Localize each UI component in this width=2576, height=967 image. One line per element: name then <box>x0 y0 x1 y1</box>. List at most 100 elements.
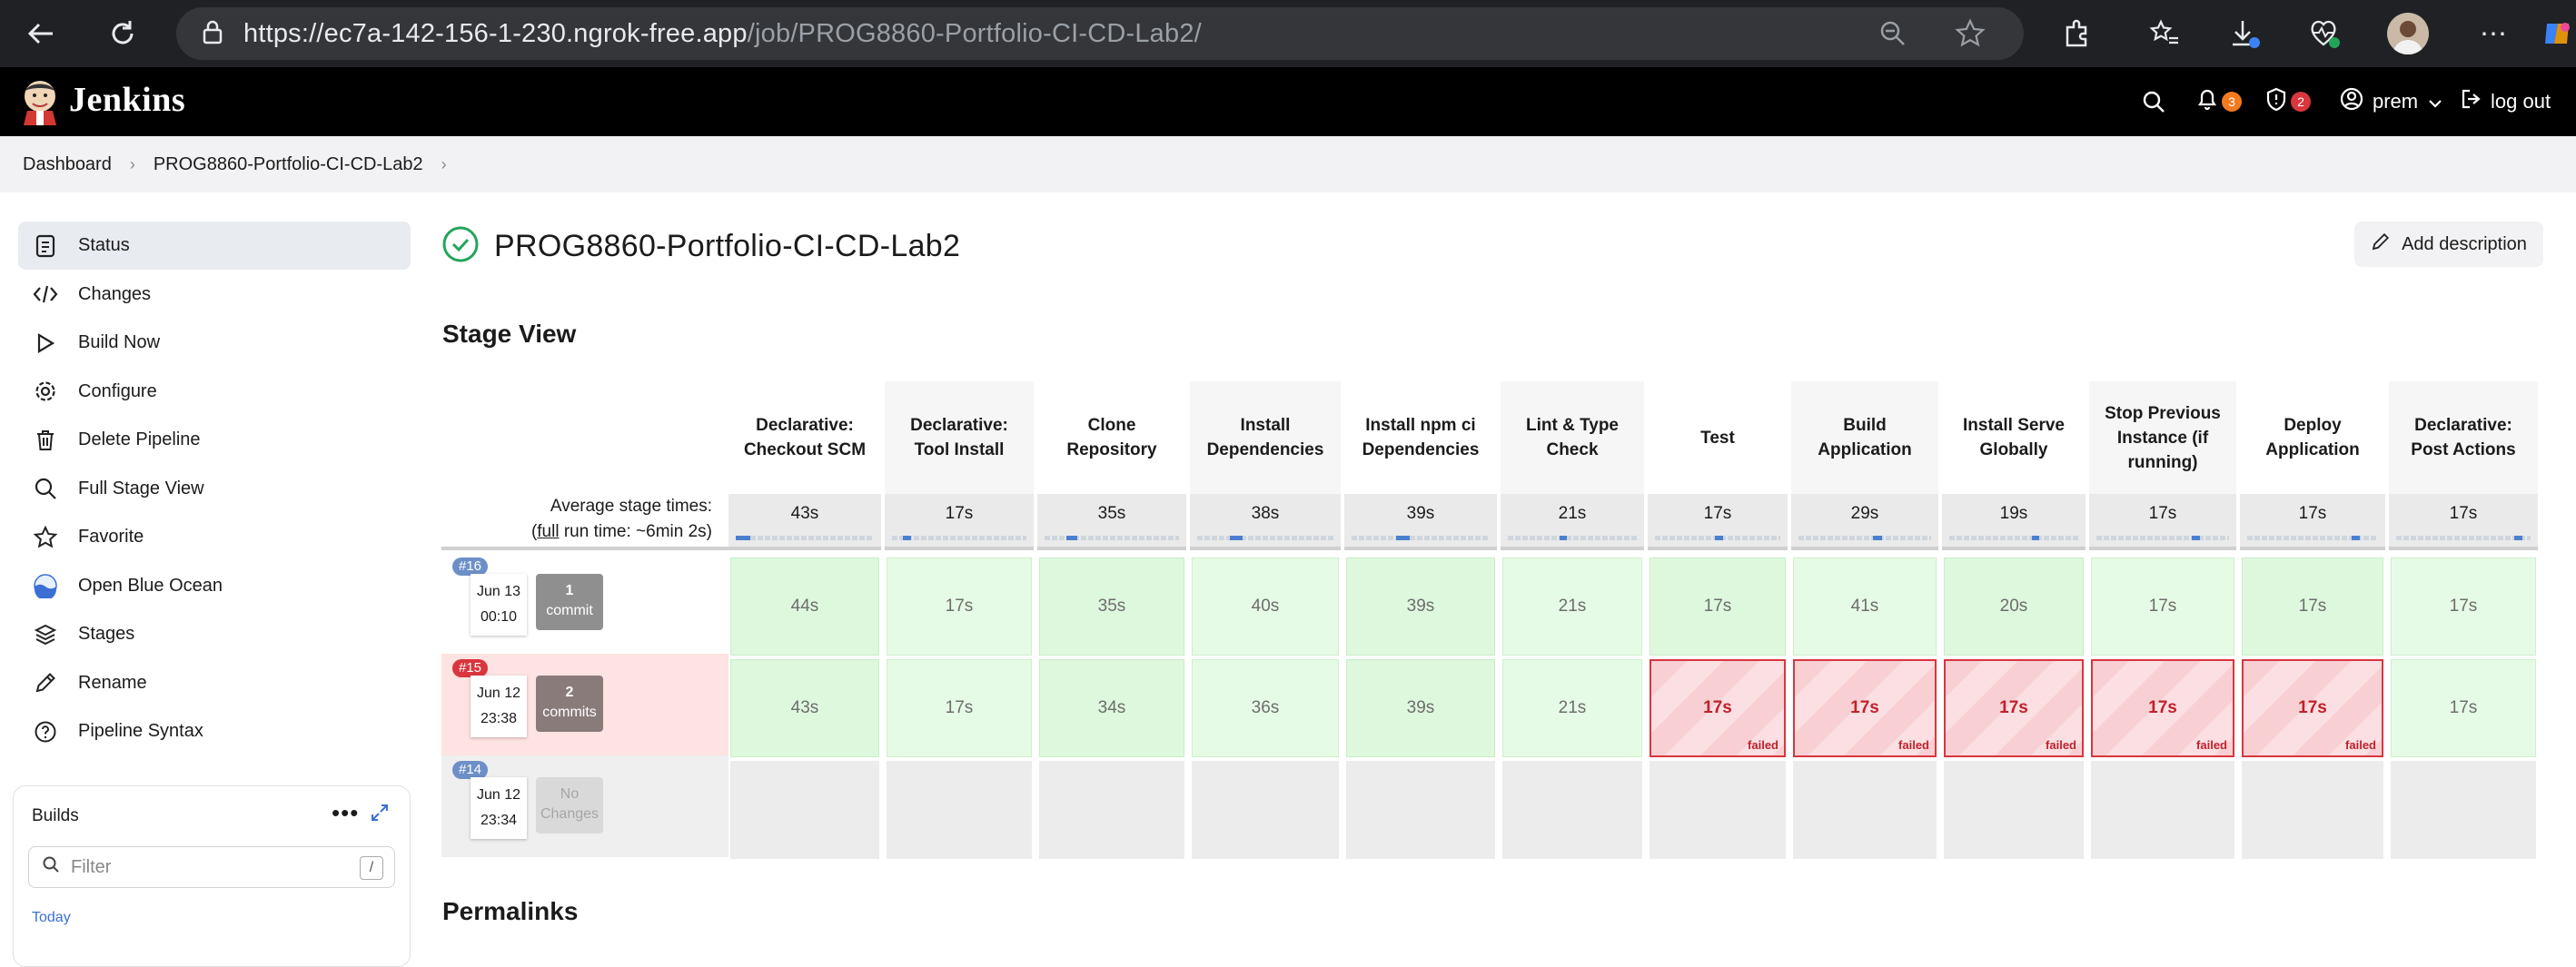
zoom-out-icon[interactable] <box>1878 19 1907 53</box>
stage-average-bar <box>2396 536 2531 540</box>
stage-header[interactable]: Deploy Application <box>2240 381 2385 494</box>
stage-cell[interactable]: 44s <box>730 558 879 656</box>
build-number-badge[interactable]: #15 <box>452 659 489 677</box>
stage-cell[interactable]: 17s <box>887 558 1032 656</box>
stage-cell[interactable]: 36s <box>1192 659 1339 757</box>
expand-icon[interactable] <box>370 803 390 828</box>
build-number-badge[interactable]: #16 <box>452 558 489 576</box>
stage-cell[interactable]: 41s <box>1793 558 1937 656</box>
more-menu-icon[interactable]: ⋯ <box>2472 13 2514 54</box>
stage-cell[interactable]: 17s failed <box>2091 659 2234 757</box>
stage-cell[interactable]: 35s <box>1039 558 1184 656</box>
search-icon[interactable] <box>2142 87 2165 116</box>
gear-icon <box>33 379 58 404</box>
stage-average: 17s <box>2389 494 2538 547</box>
stage-cell[interactable] <box>1502 761 1642 859</box>
security-button[interactable]: 2 <box>2265 87 2311 116</box>
chevron-right-icon[interactable]: › <box>441 155 447 174</box>
full-run-link[interactable]: full <box>537 522 559 541</box>
sidebar-item-full-stage-view[interactable]: Full Stage View <box>18 465 411 513</box>
stage-cell[interactable] <box>730 761 879 859</box>
changes-badge[interactable]: No Changes <box>536 777 603 834</box>
stage-cell[interactable]: 17s <box>887 659 1032 757</box>
back-arrow-icon[interactable] <box>20 13 62 54</box>
code-icon <box>33 281 58 307</box>
stage-cell[interactable]: 34s <box>1039 659 1184 757</box>
stage-header[interactable]: Declarative: Checkout SCM <box>728 381 881 494</box>
sidebar-item-pipeline-syntax[interactable]: Pipeline Syntax <box>18 707 411 755</box>
stage-cell[interactable] <box>1944 761 2084 859</box>
sidebar-item-configure[interactable]: Configure <box>18 368 411 416</box>
bookmark-star-icon[interactable] <box>1955 18 1986 54</box>
jenkins-logo-icon[interactable] <box>18 78 62 125</box>
stage-cell[interactable] <box>2091 761 2234 859</box>
stage-cell[interactable] <box>1039 761 1184 859</box>
search-icon <box>42 855 60 879</box>
more-options-icon[interactable]: ••• <box>332 799 359 827</box>
user-menu[interactable]: prem <box>2340 87 2442 116</box>
sidebar-item-build-now[interactable]: Build Now <box>18 319 411 367</box>
sidebar-item-delete-pipeline[interactable]: Delete Pipeline <box>18 416 411 464</box>
stage-cell[interactable]: 17s failed <box>2242 659 2383 757</box>
breadcrumb-job[interactable]: PROG8860-Portfolio-CI-CD-Lab2 <box>154 154 423 175</box>
stage-cell[interactable]: 21s <box>1502 558 1642 656</box>
stage-header[interactable]: Install Dependencies <box>1190 381 1341 494</box>
stage-cell[interactable]: 40s <box>1192 558 1339 656</box>
downloads-icon[interactable] <box>2224 13 2265 54</box>
stage-cell[interactable]: 17s failed <box>1650 659 1786 757</box>
changes-badge[interactable]: 1 commit <box>536 574 603 630</box>
app-name[interactable]: Jenkins <box>69 80 185 120</box>
stage-cell[interactable]: 17s <box>2391 558 2536 656</box>
stage-cell[interactable] <box>1346 761 1495 859</box>
stage-header[interactable]: Lint & Type Check <box>1501 381 1644 494</box>
sidebar-item-open-blue-ocean[interactable]: Open Blue Ocean <box>18 562 411 610</box>
stage-cell[interactable]: 17s <box>2242 558 2383 656</box>
stage-cell[interactable] <box>887 761 1032 859</box>
stage-header[interactable]: Declarative: Post Actions <box>2389 381 2538 494</box>
copilot-icon[interactable] <box>2536 13 2576 54</box>
sidebar-item-rename[interactable]: Rename <box>18 659 411 707</box>
stage-cell[interactable]: 21s <box>1502 659 1642 757</box>
sidebar-item-favorite[interactable]: Favorite <box>18 513 411 561</box>
stage-cell[interactable]: 43s <box>730 659 879 757</box>
stage-cell[interactable]: 17s <box>2391 659 2536 757</box>
stage-header[interactable]: Clone Repository <box>1037 381 1186 494</box>
stage-average-bar-fill <box>1230 536 1243 540</box>
stage-cell[interactable] <box>1192 761 1339 859</box>
stage-cell[interactable] <box>2242 761 2383 859</box>
address-bar[interactable]: https://ec7a-142-156-1-230.ngrok-free.ap… <box>176 7 2024 60</box>
changes-badge[interactable]: 2 commits <box>536 676 603 732</box>
notifications-button[interactable]: 3 <box>2196 87 2242 116</box>
stage-header[interactable]: Stop Previous Instance (if running) <box>2089 381 2236 494</box>
sidebar-item-changes[interactable]: Changes <box>18 271 411 319</box>
build-number-badge[interactable]: #14 <box>452 761 489 779</box>
stage-cell[interactable]: 17s <box>1650 558 1786 656</box>
stage-header[interactable]: Declarative: Tool Install <box>885 381 1034 494</box>
builds-filter-input[interactable]: Filter / <box>28 846 395 888</box>
stage-header-divider <box>1648 547 1788 550</box>
sidebar-item-stages[interactable]: Stages <box>18 610 411 658</box>
stage-header[interactable]: Install npm ci Dependencies <box>1344 381 1497 494</box>
sidebar-item-status[interactable]: Status <box>18 222 411 270</box>
stage-cell[interactable]: 20s <box>1944 558 2084 656</box>
profile-avatar[interactable] <box>2387 13 2429 54</box>
stage-cell[interactable]: 39s <box>1346 558 1495 656</box>
stage-cell[interactable]: 17s failed <box>1793 659 1937 757</box>
reload-icon[interactable] <box>102 13 144 54</box>
browser-health-icon[interactable] <box>2304 13 2345 54</box>
add-description-button[interactable]: Add description <box>2354 222 2543 267</box>
stage-cell[interactable] <box>1650 761 1786 859</box>
favorites-icon[interactable] <box>2144 13 2185 54</box>
stage-cell[interactable]: 17s failed <box>1944 659 2084 757</box>
stage-cell[interactable]: 39s <box>1346 659 1495 757</box>
stage-cell[interactable]: 17s <box>2091 558 2234 656</box>
stage-header[interactable]: Install Serve Globally <box>1942 381 2086 494</box>
extensions-icon[interactable] <box>2056 13 2098 54</box>
stage-cell[interactable] <box>1793 761 1937 859</box>
stage-cell[interactable] <box>2391 761 2536 859</box>
stage-header[interactable]: Build Application <box>1791 381 1938 494</box>
build-date-day: Jun 13 <box>476 584 521 599</box>
breadcrumb-dashboard[interactable]: Dashboard <box>23 154 112 175</box>
logout-button[interactable]: log out <box>2460 87 2551 116</box>
stage-header[interactable]: Test <box>1648 381 1788 494</box>
